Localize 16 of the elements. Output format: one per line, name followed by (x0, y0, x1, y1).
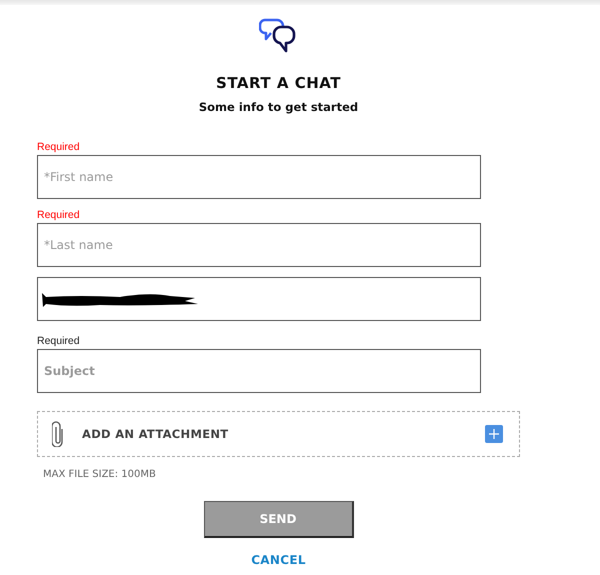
paperclip-icon (52, 421, 64, 447)
input-field[interactable] (37, 277, 481, 321)
add-attachment-button[interactable] (485, 425, 503, 443)
file-size-note: MAX FILE SIZE: 100MB (43, 469, 157, 480)
required-label: Required (37, 335, 81, 348)
cancel-link[interactable]: CANCEL (251, 553, 306, 567)
input-field[interactable]: *First name (37, 155, 481, 199)
required-label: Required (37, 141, 81, 154)
required-label: Required (37, 209, 81, 222)
chat-subtitle: Some info to get started (198, 100, 358, 114)
plus-icon (488, 428, 500, 440)
input-field[interactable]: *Last name (37, 223, 481, 267)
chat-title: START A CHAT (216, 74, 341, 92)
send-button[interactable]: SEND (204, 501, 354, 538)
input-field[interactable]: Subject (37, 349, 481, 393)
attachment-label: ADD AN ATTACHMENT (82, 427, 230, 441)
